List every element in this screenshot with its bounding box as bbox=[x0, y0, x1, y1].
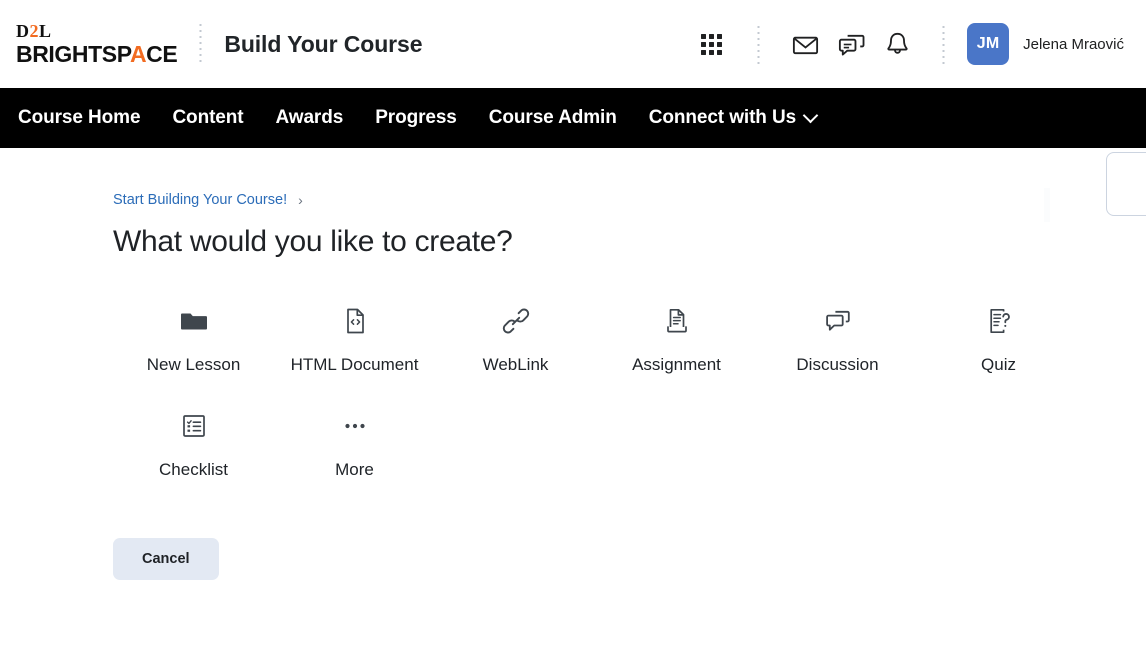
option-new-lesson[interactable]: New Lesson bbox=[113, 295, 274, 379]
page-title: What would you like to create? bbox=[113, 225, 513, 258]
nav-label: Content bbox=[172, 107, 244, 128]
quiz-icon bbox=[983, 295, 1015, 347]
option-label: HTML Document bbox=[290, 355, 419, 374]
create-options-grid: New Lesson HTML Document WebLink Assignm… bbox=[113, 295, 1146, 484]
nav-label: Awards bbox=[275, 107, 344, 128]
main-content: Start Building Your Course! › What would… bbox=[0, 148, 1146, 659]
option-label: Quiz bbox=[981, 355, 1016, 374]
avatar[interactable]: JM bbox=[967, 23, 1010, 65]
discussion-icon bbox=[822, 295, 854, 347]
breadcrumb-link-start-building[interactable]: Start Building Your Course! bbox=[113, 192, 287, 208]
checklist-icon bbox=[178, 400, 210, 452]
user-name[interactable]: Jelena Mraović bbox=[1023, 36, 1124, 53]
option-discussion[interactable]: Discussion bbox=[757, 295, 918, 379]
html-document-icon bbox=[339, 295, 371, 347]
nav-label: Course Admin bbox=[488, 107, 617, 128]
cancel-button[interactable]: Cancel bbox=[113, 537, 219, 580]
header-divider-2 bbox=[757, 24, 761, 64]
logo-d2l-text: D2L bbox=[16, 21, 52, 41]
option-label: WebLink bbox=[482, 355, 549, 374]
header-divider-3 bbox=[942, 24, 946, 64]
waffle-menu-icon[interactable] bbox=[689, 21, 735, 67]
nav-label: Connect with Us bbox=[648, 107, 797, 128]
option-weblink[interactable]: WebLink bbox=[435, 295, 596, 379]
header-divider bbox=[199, 22, 203, 66]
chat-bubbles-icon[interactable] bbox=[828, 21, 874, 67]
option-checklist[interactable]: Checklist bbox=[113, 400, 274, 484]
option-label: Checklist bbox=[159, 459, 228, 479]
header-title: Build Your Course bbox=[224, 30, 423, 57]
assignment-icon bbox=[661, 295, 693, 347]
brightspace-logo[interactable]: D2L BRIGHTSPACE bbox=[16, 21, 178, 67]
offscreen-panel bbox=[1106, 152, 1146, 216]
nav-item-course-home[interactable]: Course Home bbox=[18, 107, 141, 129]
course-navbar: Course Home Content Awards Progress Cour… bbox=[0, 88, 1146, 148]
nav-item-content[interactable]: Content bbox=[172, 107, 243, 129]
option-label: Discussion bbox=[796, 355, 879, 374]
bell-icon[interactable] bbox=[874, 21, 920, 67]
form-actions: Cancel bbox=[113, 537, 1146, 580]
option-label: More bbox=[335, 459, 374, 479]
nav-item-awards[interactable]: Awards bbox=[276, 107, 344, 129]
nav-label: Course Home bbox=[18, 107, 141, 128]
option-more[interactable]: More bbox=[274, 400, 435, 484]
folder-icon bbox=[178, 295, 210, 347]
nav-item-progress[interactable]: Progress bbox=[375, 107, 457, 129]
offscreen-strip bbox=[1044, 188, 1050, 222]
header-actions: JM Jelena Mraović bbox=[689, 21, 1124, 67]
chevron-down-icon bbox=[802, 107, 819, 123]
chevron-right-icon: › bbox=[298, 192, 303, 208]
option-html-document[interactable]: HTML Document bbox=[274, 295, 435, 379]
link-icon bbox=[500, 295, 532, 347]
option-quiz[interactable]: Quiz bbox=[918, 295, 1079, 379]
logo-brightspace-text: BRIGHTSPACE bbox=[16, 41, 178, 67]
nav-item-course-admin[interactable]: Course Admin bbox=[489, 107, 617, 129]
option-label: New Lesson bbox=[146, 355, 241, 374]
nav-item-connect-with-us[interactable]: Connect with Us bbox=[648, 107, 819, 129]
option-label: Assignment bbox=[632, 355, 721, 374]
envelope-icon[interactable] bbox=[782, 21, 828, 67]
option-assignment[interactable]: Assignment bbox=[596, 295, 757, 379]
more-dots-icon bbox=[339, 400, 371, 452]
breadcrumb: Start Building Your Course! › bbox=[113, 148, 1146, 208]
app-header: D2L BRIGHTSPACE Build Your Course JM Jel… bbox=[0, 0, 1146, 88]
nav-label: Progress bbox=[375, 107, 457, 128]
